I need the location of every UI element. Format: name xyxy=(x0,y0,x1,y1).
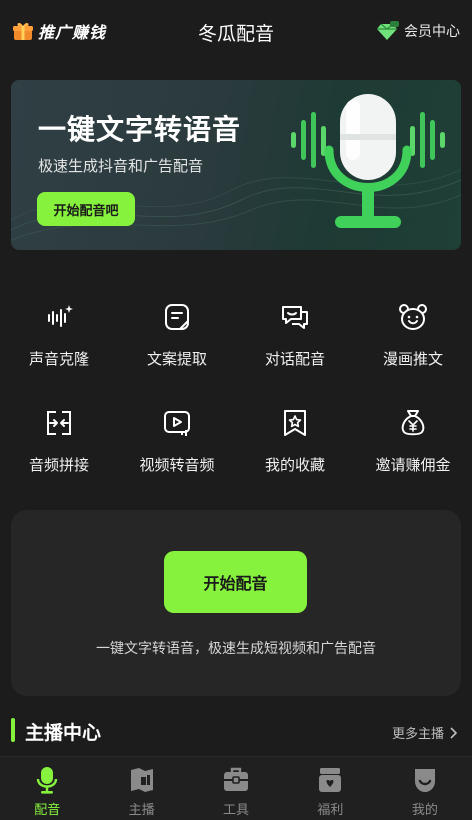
feature-label: 邀请赚佣金 xyxy=(375,456,451,474)
feature-label: 对话配音 xyxy=(264,350,325,368)
microphone-illustration xyxy=(291,94,445,228)
feature-audio-merge[interactable]: 音频拼接 xyxy=(0,402,118,508)
feature-grid: 声音克隆 文案提取 对话配音 漫画推文 音频拼接 视频转音频 我的收藏 邀请赚佣… xyxy=(0,296,472,508)
anchor-center-header: 主播中心 更多主播 xyxy=(0,712,472,748)
video-to-audio-icon xyxy=(164,411,190,436)
banner-subtitle: 极速生成抖音和广告配音 xyxy=(38,157,204,175)
banner-title: 一键文字转语音 xyxy=(38,113,242,146)
nav-item-tools[interactable]: 工具 xyxy=(189,757,283,820)
feature-label: 声音克隆 xyxy=(28,350,89,368)
chevron-right-icon xyxy=(450,726,458,739)
bookmark-star-icon xyxy=(284,410,306,436)
feature-voice-clone[interactable]: 声音克隆 xyxy=(0,296,118,402)
feature-label: 文案提取 xyxy=(146,350,207,368)
nav-item-profile[interactable]: 我的 xyxy=(378,757,472,820)
section-accent-bar xyxy=(11,718,15,742)
money-bag-icon xyxy=(401,410,425,436)
member-label: 会员中心 xyxy=(404,24,460,40)
feature-dialogue-dubbing[interactable]: 对话配音 xyxy=(236,296,354,402)
nav-label: 我的 xyxy=(411,803,438,818)
nav-item-anchor[interactable]: 主播 xyxy=(94,757,188,820)
toolbox-icon xyxy=(224,767,249,791)
feature-comic-post[interactable]: 漫画推文 xyxy=(354,296,472,402)
voice-clone-icon xyxy=(48,305,73,327)
more-anchors-label: 更多主播 xyxy=(391,727,444,742)
feature-label: 音频拼接 xyxy=(28,456,89,474)
feature-my-favorites[interactable]: 我的收藏 xyxy=(236,402,354,508)
vip-gem-icon xyxy=(377,21,399,40)
feature-label: 视频转音频 xyxy=(139,456,215,474)
text-extract-icon xyxy=(165,304,189,330)
section-title: 主播中心 xyxy=(25,722,102,744)
nav-label: 配音 xyxy=(34,803,61,818)
start-dubbing-card: 开始配音 一键文字转语音，极速生成短视频和广告配音 xyxy=(11,510,461,696)
hero-banner[interactable]: 一键文字转语音 极速生成抖音和广告配音 开始配音吧 xyxy=(11,80,461,250)
profile-icon xyxy=(414,769,435,792)
audio-merge-icon xyxy=(47,411,71,435)
feature-label: 我的收藏 xyxy=(264,456,325,474)
feature-label: 漫画推文 xyxy=(382,350,443,368)
start-dubbing-button[interactable]: 开始配音 xyxy=(164,551,307,613)
feature-invite-earn[interactable]: 邀请赚佣金 xyxy=(354,402,472,508)
nav-label: 工具 xyxy=(223,803,250,818)
nav-item-dubbing[interactable]: 配音 xyxy=(0,757,94,820)
nav-label: 主播 xyxy=(128,803,155,818)
bottom-nav: 配音 主播 工具 福利 我的 xyxy=(0,756,472,820)
dialogue-icon xyxy=(282,306,308,329)
nav-item-welfare[interactable]: 福利 xyxy=(283,757,377,820)
banner-start-button[interactable]: 开始配音吧 xyxy=(37,192,135,226)
member-center-button[interactable]: 会员中心 xyxy=(374,20,460,42)
feature-video-to-audio[interactable]: 视频转音频 xyxy=(118,402,236,508)
app-header: 推广赚钱 冬瓜配音 会员中心 xyxy=(0,0,472,64)
bear-icon xyxy=(399,304,427,330)
anchor-icon xyxy=(130,768,153,792)
microphone-icon xyxy=(37,767,58,794)
more-anchors-link[interactable]: 更多主播 xyxy=(392,723,458,742)
start-dubbing-description: 一键文字转语音，极速生成短视频和广告配音 xyxy=(96,641,376,657)
feature-text-extract[interactable]: 文案提取 xyxy=(118,296,236,402)
nav-label: 福利 xyxy=(317,803,344,818)
gift-box-icon xyxy=(319,768,342,792)
